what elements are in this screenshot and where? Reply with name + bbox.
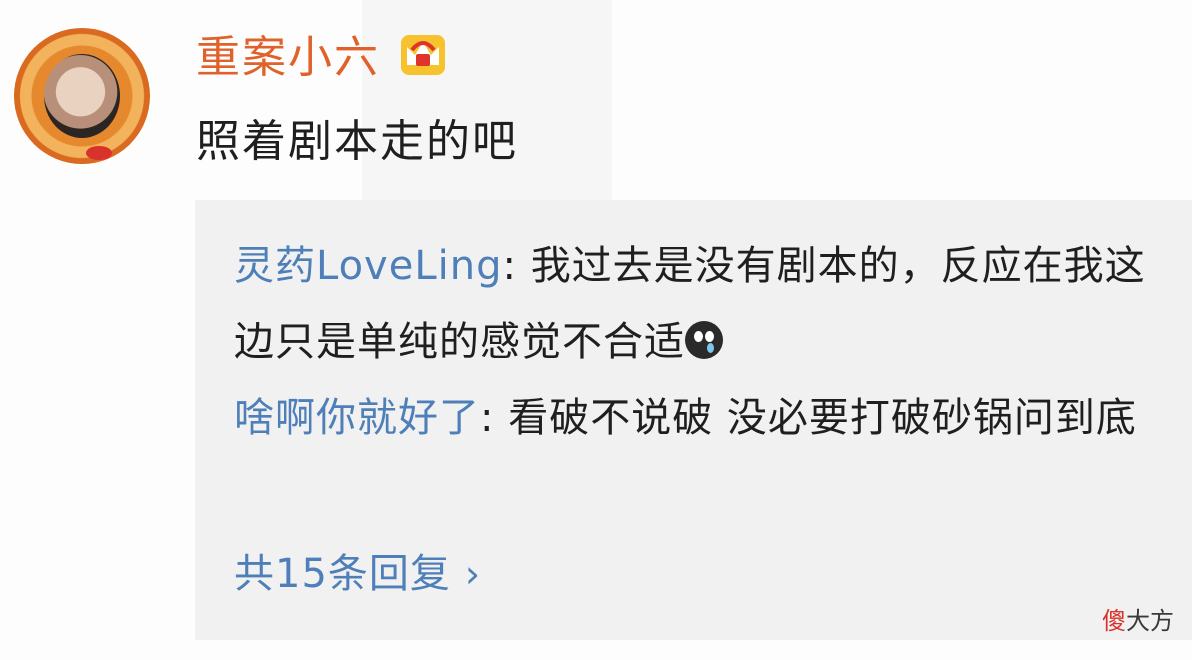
avatar-face	[44, 54, 120, 138]
avatar[interactable]	[14, 28, 150, 164]
crying-face-emoji-icon	[685, 321, 723, 359]
reply-text: 看破不说破 没必要打破砂锅问到底	[508, 395, 1137, 441]
more-replies-label: 共15条回复	[234, 551, 451, 597]
comment-screenshot: 重案小六 照着剧本走的吧 灵药LoveLing: 我过去是没有剧本的，反应在我这…	[0, 0, 1192, 660]
watermark: 傻大方	[1102, 604, 1174, 638]
watermark-part2: 大方	[1126, 607, 1174, 635]
reply-separator: :	[502, 243, 531, 289]
watermark-part1: 傻	[1102, 607, 1126, 635]
reply-separator: :	[480, 395, 509, 441]
view-all-replies-link[interactable]: 共15条回复 ›	[234, 544, 481, 604]
reply-author-link[interactable]: 啥啊你就好了	[234, 395, 480, 441]
avatar-lips	[86, 146, 112, 160]
tear-drop	[707, 343, 714, 353]
chevron-right-icon: ›	[464, 552, 482, 596]
reply-author-link[interactable]: 灵药LoveLing	[234, 243, 502, 289]
comment-text: 照着剧本走的吧	[196, 116, 518, 167]
crown-vip-icon	[401, 35, 445, 75]
reply-item: 啥啊你就好了: 看破不说破 没必要打破砂锅问到底	[234, 380, 1164, 456]
comment-username[interactable]: 重案小六	[196, 30, 380, 86]
reply-item: 灵药LoveLing: 我过去是没有剧本的，反应在我这边只是单纯的感觉不合适	[234, 228, 1164, 380]
